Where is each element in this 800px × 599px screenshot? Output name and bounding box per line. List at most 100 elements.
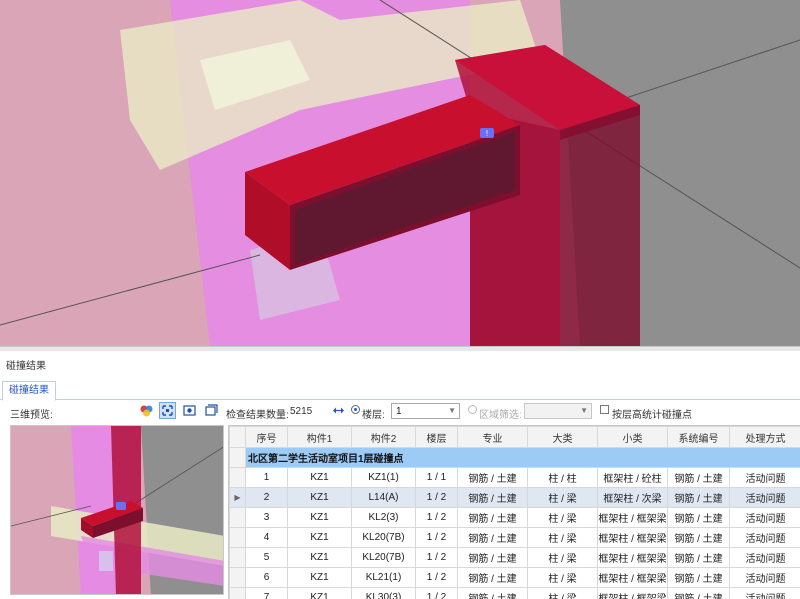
table-cell: 钢筋 / 土建 xyxy=(668,548,730,568)
table-cell: 活动问题 xyxy=(730,528,800,548)
tab-clash-results[interactable]: 碰撞结果 xyxy=(2,381,56,401)
table-cell: 1 / 2 xyxy=(416,508,458,528)
table-cell: 钢筋 / 土建 xyxy=(668,468,730,488)
table-row[interactable]: 4KZ1KL20(7B)1 / 2钢筋 / 土建柱 / 梁框架柱 / 框架梁钢筋… xyxy=(230,528,800,548)
table-cell: 柱 / 梁 xyxy=(528,568,598,588)
chevron-down-icon: ▼ xyxy=(580,406,588,415)
table-cell: 框架柱 / 砼柱 xyxy=(598,468,668,488)
table-cell: KZ1 xyxy=(288,548,352,568)
table-cell: 钢筋 / 土建 xyxy=(668,488,730,508)
table-cell: 活动问题 xyxy=(730,548,800,568)
table-cell: 钢筋 / 土建 xyxy=(668,528,730,548)
col-header[interactable]: 大类 xyxy=(528,427,598,448)
floor-select[interactable]: 1 ▼ xyxy=(391,403,460,419)
table-cell: 活动问题 xyxy=(730,488,800,508)
fit-view-icon[interactable] xyxy=(159,402,176,419)
table-cell: 框架柱 / 框架梁 xyxy=(598,568,668,588)
floor-radio[interactable] xyxy=(351,405,360,414)
table-cell: KL2(3) xyxy=(352,508,416,528)
tab-bar: 碰撞结果 xyxy=(0,377,800,400)
table-cell: 7 xyxy=(246,588,288,599)
col-header[interactable]: 处理方式 xyxy=(730,427,800,448)
table-cell: 活动问题 xyxy=(730,468,800,488)
row-header xyxy=(230,568,246,588)
col-header[interactable]: 小类 xyxy=(598,427,668,448)
table-cell: 钢筋 / 土建 xyxy=(458,488,528,508)
window-icon[interactable] xyxy=(202,402,219,419)
row-header xyxy=(230,548,246,568)
toolbar: 三维预览: 检查结果数量: 5215 楼层: 1 ▼ 区域筛选: ▼ 按层高统计… xyxy=(0,400,800,422)
screenshot-icon[interactable] xyxy=(181,402,198,419)
table-cell: KZ1 xyxy=(288,508,352,528)
3d-preview[interactable] xyxy=(10,425,224,595)
table-cell: KL20(7B) xyxy=(352,548,416,568)
region-label: 区域筛选: xyxy=(479,406,522,421)
table-cell: KZ1 xyxy=(288,588,352,599)
table-cell: KL21(1) xyxy=(352,568,416,588)
row-header xyxy=(230,468,246,488)
color-icon[interactable] xyxy=(138,402,155,419)
table-cell: 钢筋 / 土建 xyxy=(458,548,528,568)
preview-label: 三维预览: xyxy=(10,406,53,421)
table-cell: L14(A) xyxy=(352,488,416,508)
by-floor-label: 按层高统计碰撞点 xyxy=(612,406,692,421)
table-row[interactable]: 1KZ1KZ1(1)1 / 1钢筋 / 土建柱 / 柱框架柱 / 砼柱钢筋 / … xyxy=(230,468,800,488)
col-header[interactable]: 楼层 xyxy=(416,427,458,448)
splitter[interactable] xyxy=(0,346,800,351)
table-cell: 活动问题 xyxy=(730,588,800,599)
table-cell: 活动问题 xyxy=(730,508,800,528)
col-header[interactable]: 系统编号 xyxy=(668,427,730,448)
group-row[interactable]: 北区第二学生活动室项目1层碰撞点 xyxy=(230,448,800,468)
table-cell: KZ1 xyxy=(288,468,352,488)
table-cell: 3 xyxy=(246,508,288,528)
3d-viewport[interactable]: ! xyxy=(0,0,800,346)
row-header xyxy=(230,588,246,599)
svg-text:!: ! xyxy=(486,129,488,138)
table-row[interactable]: 7KZ1KL30(3)1 / 2钢筋 / 土建柱 / 梁框架柱 / 框架梁钢筋 … xyxy=(230,588,800,599)
table-row[interactable]: 5KZ1KL20(7B)1 / 2钢筋 / 土建柱 / 梁框架柱 / 框架梁钢筋… xyxy=(230,548,800,568)
table-cell: 钢筋 / 土建 xyxy=(668,508,730,528)
table-cell: 柱 / 柱 xyxy=(528,468,598,488)
table-row[interactable]: 6KZ1KL21(1)1 / 2钢筋 / 土建柱 / 梁框架柱 / 框架梁钢筋 … xyxy=(230,568,800,588)
row-header xyxy=(230,448,246,468)
table-cell: KZ1 xyxy=(288,568,352,588)
region-radio[interactable] xyxy=(468,405,477,414)
table-cell: KL20(7B) xyxy=(352,528,416,548)
table-cell: 活动问题 xyxy=(730,568,800,588)
table-cell: KZ1(1) xyxy=(352,468,416,488)
table-header: 序号 构件1 构件2 楼层 专业 大类 小类 系统编号 处理方式 xyxy=(230,427,800,448)
region-select[interactable]: ▼ xyxy=(524,403,592,419)
group-title: 北区第二学生活动室项目1层碰撞点 xyxy=(246,448,800,468)
table-cell: 柱 / 梁 xyxy=(528,508,598,528)
table-cell: KZ1 xyxy=(288,528,352,548)
col-header[interactable]: 构件1 xyxy=(288,427,352,448)
table-cell: 5 xyxy=(246,548,288,568)
table-cell: 6 xyxy=(246,568,288,588)
chevron-down-icon: ▼ xyxy=(448,406,456,415)
row-header-corner xyxy=(230,427,246,448)
col-header[interactable]: 序号 xyxy=(246,427,288,448)
table-cell: 柱 / 梁 xyxy=(528,528,598,548)
table-cell: KL30(3) xyxy=(352,588,416,599)
table-cell: 1 / 2 xyxy=(416,548,458,568)
col-header[interactable]: 专业 xyxy=(458,427,528,448)
table-cell: 柱 / 梁 xyxy=(528,488,598,508)
table-cell: 钢筋 / 土建 xyxy=(668,568,730,588)
result-count: 5215 xyxy=(290,406,312,417)
double-arrow-icon[interactable] xyxy=(330,402,347,419)
table-cell: 1 / 2 xyxy=(416,568,458,588)
by-floor-checkbox[interactable] xyxy=(600,405,609,414)
table-cell: 1 / 1 xyxy=(416,468,458,488)
table-cell: 钢筋 / 土建 xyxy=(668,588,730,599)
table-cell: 钢筋 / 土建 xyxy=(458,568,528,588)
table-cell: 框架柱 / 框架梁 xyxy=(598,588,668,599)
table-row[interactable]: 3KZ1KL2(3)1 / 2钢筋 / 土建柱 / 梁框架柱 / 框架梁钢筋 /… xyxy=(230,508,800,528)
result-count-label: 检查结果数量: xyxy=(226,406,289,421)
table-cell: 1 / 2 xyxy=(416,588,458,599)
table-cell: 框架柱 / 框架梁 xyxy=(598,528,668,548)
table-cell: 1 / 2 xyxy=(416,528,458,548)
results-grid: 序号 构件1 构件2 楼层 专业 大类 小类 系统编号 处理方式 北区第二学生活… xyxy=(228,425,800,599)
col-header[interactable]: 构件2 xyxy=(352,427,416,448)
table-row[interactable]: ▶2KZ1L14(A)1 / 2钢筋 / 土建柱 / 梁框架柱 / 次梁钢筋 /… xyxy=(230,488,800,508)
table-cell: 柱 / 梁 xyxy=(528,588,598,599)
